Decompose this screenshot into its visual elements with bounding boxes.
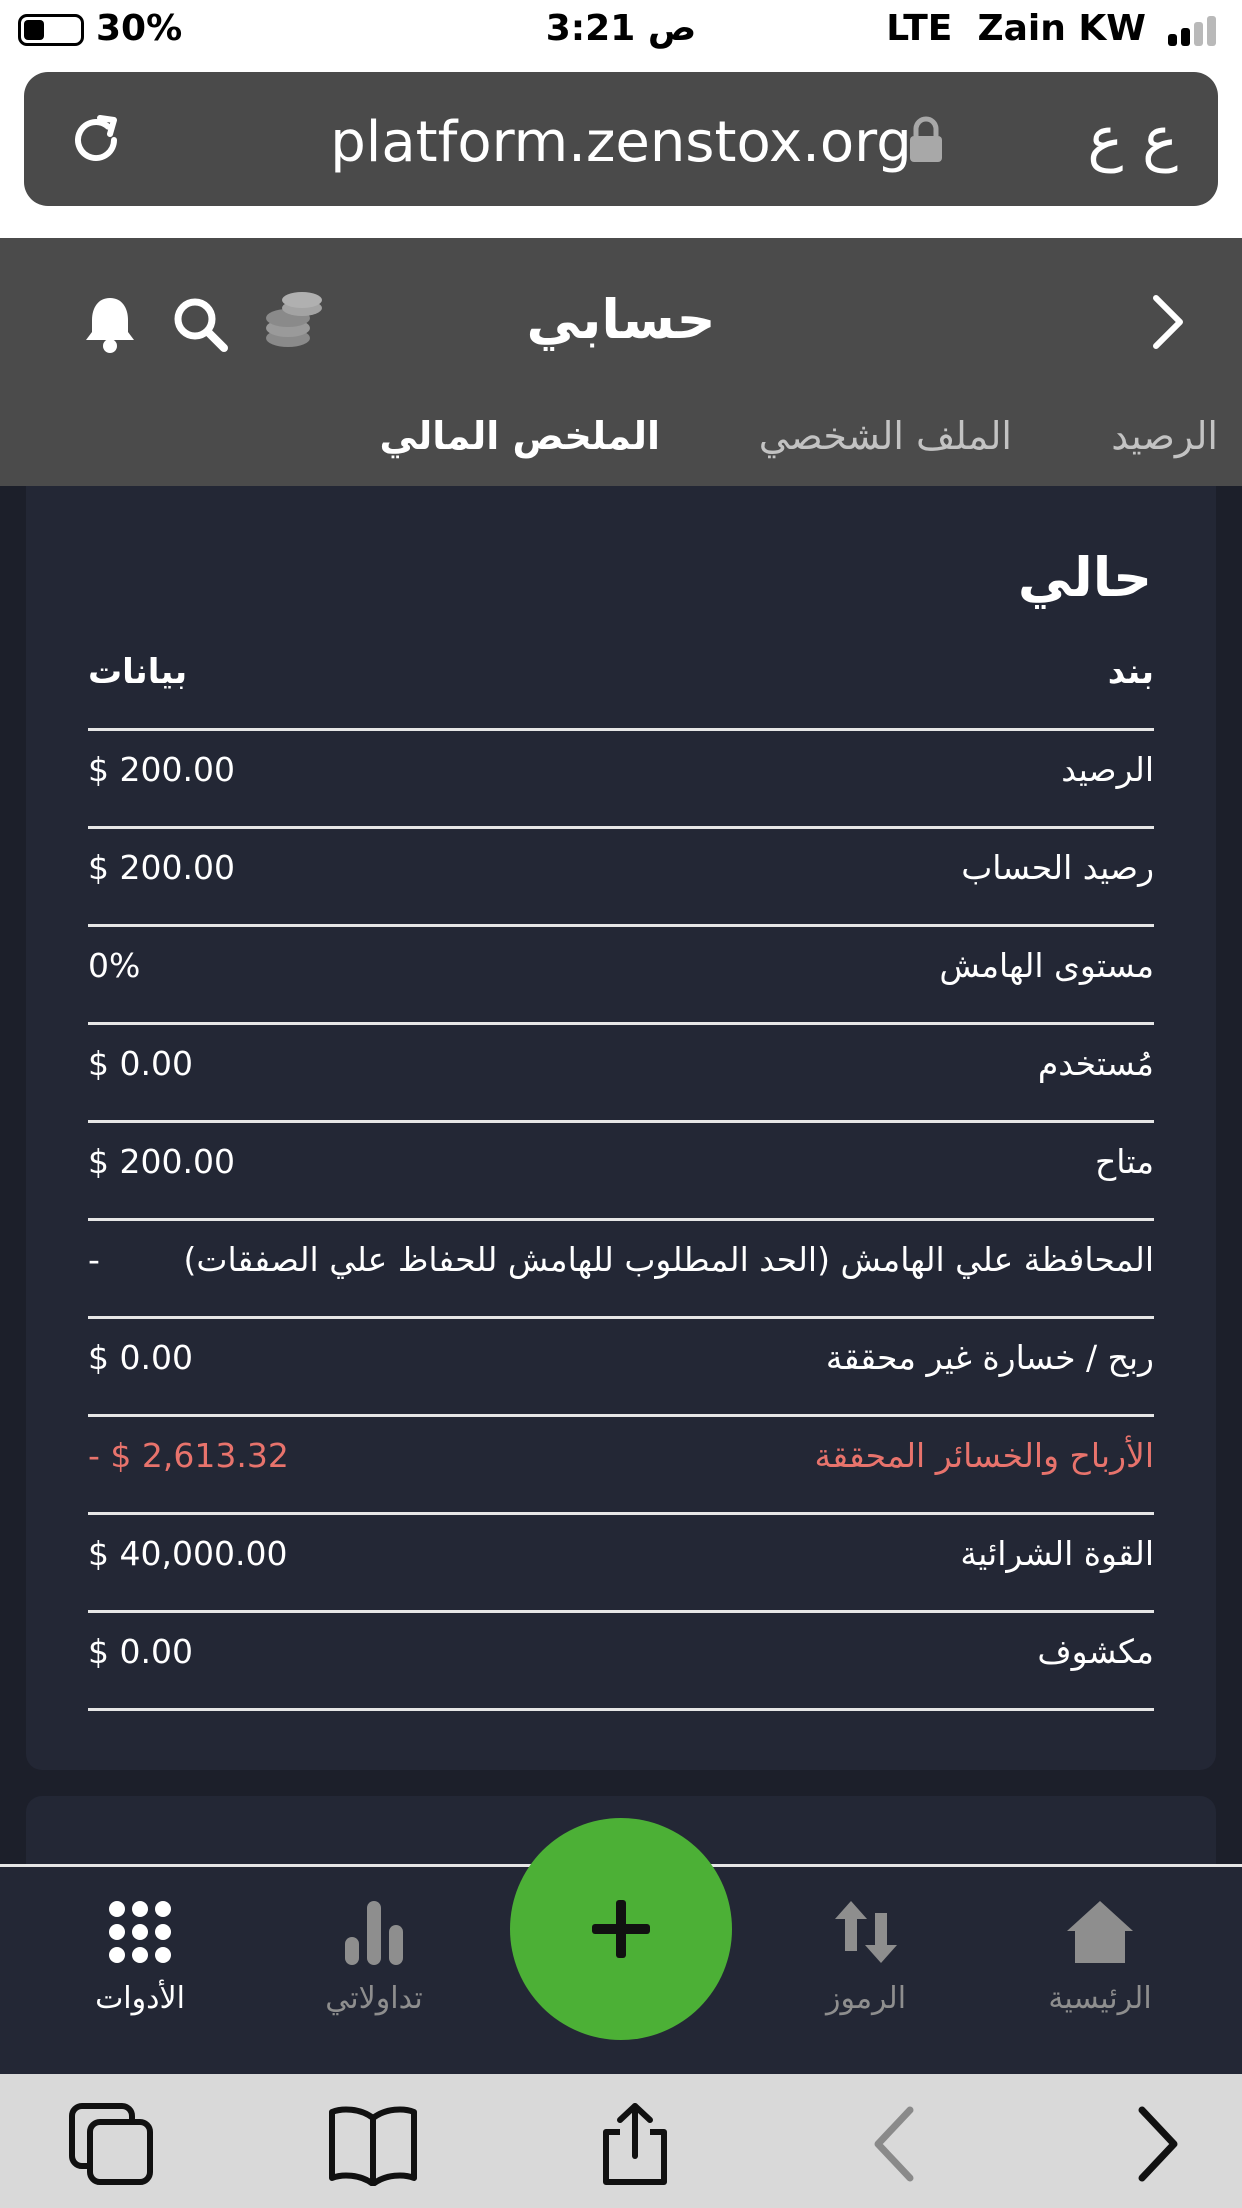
page-title: حسابي: [526, 288, 716, 351]
back-icon[interactable]: [852, 2102, 942, 2186]
tabs-icon[interactable]: [68, 2102, 158, 2186]
table-row: القوة الشرائية $ 40,000.00: [88, 1512, 1154, 1613]
tab-profile[interactable]: الملف الشخصي: [759, 414, 1012, 458]
up-down-arrows-icon: [835, 1901, 897, 1963]
nav-label: الرموز: [825, 1981, 907, 2016]
table-row: الرصيد $ 200.00: [88, 728, 1154, 829]
nav-label: الأدوات: [95, 1981, 185, 2016]
lock-icon: [910, 116, 942, 162]
status-bar: 30% 3:21 ص LTE Zain KW: [0, 0, 1242, 64]
plus-icon: [592, 1900, 650, 1958]
table-row: رصيد الحساب $ 200.00: [88, 826, 1154, 927]
nav-item-home[interactable]: الرئيسية: [1000, 1897, 1200, 2016]
row-value: 0%: [88, 946, 141, 985]
url-text[interactable]: platform.zenstox.org: [24, 110, 1218, 175]
table-row: الأرباح والخسائر المحققة - $ 2,613.32: [88, 1414, 1154, 1515]
row-value: $ 200.00: [88, 1142, 235, 1181]
row-value: $ 0.00: [88, 1632, 193, 1671]
nav-item-my-trades[interactable]: تداولاتي: [274, 1897, 474, 2016]
row-label: المحافظة علي الهامش (الحد المطلوب للهامش…: [183, 1240, 1155, 1279]
grid-icon: [109, 1901, 171, 1963]
table-header: بند بيانات: [88, 630, 1154, 731]
column-header-item: بند: [1107, 652, 1154, 692]
row-value: - $ 2,613.32: [88, 1436, 289, 1475]
row-label: رصيد الحساب: [961, 848, 1154, 887]
table-row: ربح / خسارة غير محققة $ 0.00: [88, 1316, 1154, 1417]
table-row: المحافظة علي الهامش (الحد المطلوب للهامش…: [88, 1218, 1154, 1319]
row-value: $ 40,000.00: [88, 1534, 288, 1573]
nav-item-symbols[interactable]: الرموز: [766, 1897, 966, 2016]
table-row: مكشوف $ 0.00: [88, 1610, 1154, 1711]
row-label: الرصيد: [1061, 750, 1154, 789]
row-label: القوة الشرائية: [960, 1534, 1154, 1573]
row-value: $ 0.00: [88, 1338, 193, 1377]
bar-chart-icon: [345, 1901, 403, 1965]
financial-summary-card: حالي بند بيانات الرصيد $ 200.00 رصيد الح…: [26, 486, 1216, 1770]
browser-chrome: platform.zenstox.org ع ع: [0, 64, 1242, 238]
nav-item-tools[interactable]: الأدوات: [40, 1897, 240, 2016]
carrier-info: LTE Zain KW: [886, 8, 1146, 49]
bookmarks-icon[interactable]: [328, 2102, 418, 2186]
row-label: متاح: [1095, 1142, 1154, 1181]
row-label: ربح / خسارة غير محققة: [825, 1338, 1154, 1377]
network-type: LTE: [886, 8, 953, 49]
table-row: متاح $ 200.00: [88, 1120, 1154, 1221]
address-bar[interactable]: platform.zenstox.org ع ع: [24, 72, 1218, 206]
share-icon[interactable]: [590, 2102, 680, 2186]
row-value: $ 200.00: [88, 750, 235, 789]
row-value: $ 200.00: [88, 848, 235, 887]
tab-financial-summary[interactable]: الملخص المالي: [380, 414, 661, 458]
text-size-button[interactable]: ع ع: [1087, 104, 1178, 174]
row-label: مُستخدم: [1037, 1044, 1154, 1083]
nav-label: الرئيسية: [1048, 1981, 1152, 2016]
row-value: $ 0.00: [88, 1044, 193, 1083]
table-row: مستوى الهامش 0%: [88, 924, 1154, 1025]
browser-toolbar: [0, 2074, 1242, 2208]
row-value: -: [88, 1240, 100, 1279]
row-label: الأرباح والخسائر المحققة: [814, 1436, 1154, 1475]
tab-balance[interactable]: الرصيد: [1111, 414, 1218, 458]
nav-label: تداولاتي: [325, 1981, 423, 2016]
row-label: مكشوف: [1037, 1632, 1154, 1671]
new-trade-button[interactable]: [510, 1818, 732, 2040]
table-row: مُستخدم $ 0.00: [88, 1022, 1154, 1123]
signal-icon: [1168, 16, 1224, 46]
home-icon: [1067, 1901, 1133, 1963]
column-header-data: بيانات: [88, 652, 188, 692]
section-heading: حالي: [1017, 546, 1152, 609]
chevron-right-icon[interactable]: [1148, 292, 1188, 352]
carrier-name: Zain KW: [977, 8, 1146, 49]
app-header: حسابي الرصيد الملف الشخصي الملخص المالي: [0, 238, 1242, 486]
forward-icon[interactable]: [1110, 2102, 1200, 2186]
row-label: مستوى الهامش: [939, 946, 1154, 985]
